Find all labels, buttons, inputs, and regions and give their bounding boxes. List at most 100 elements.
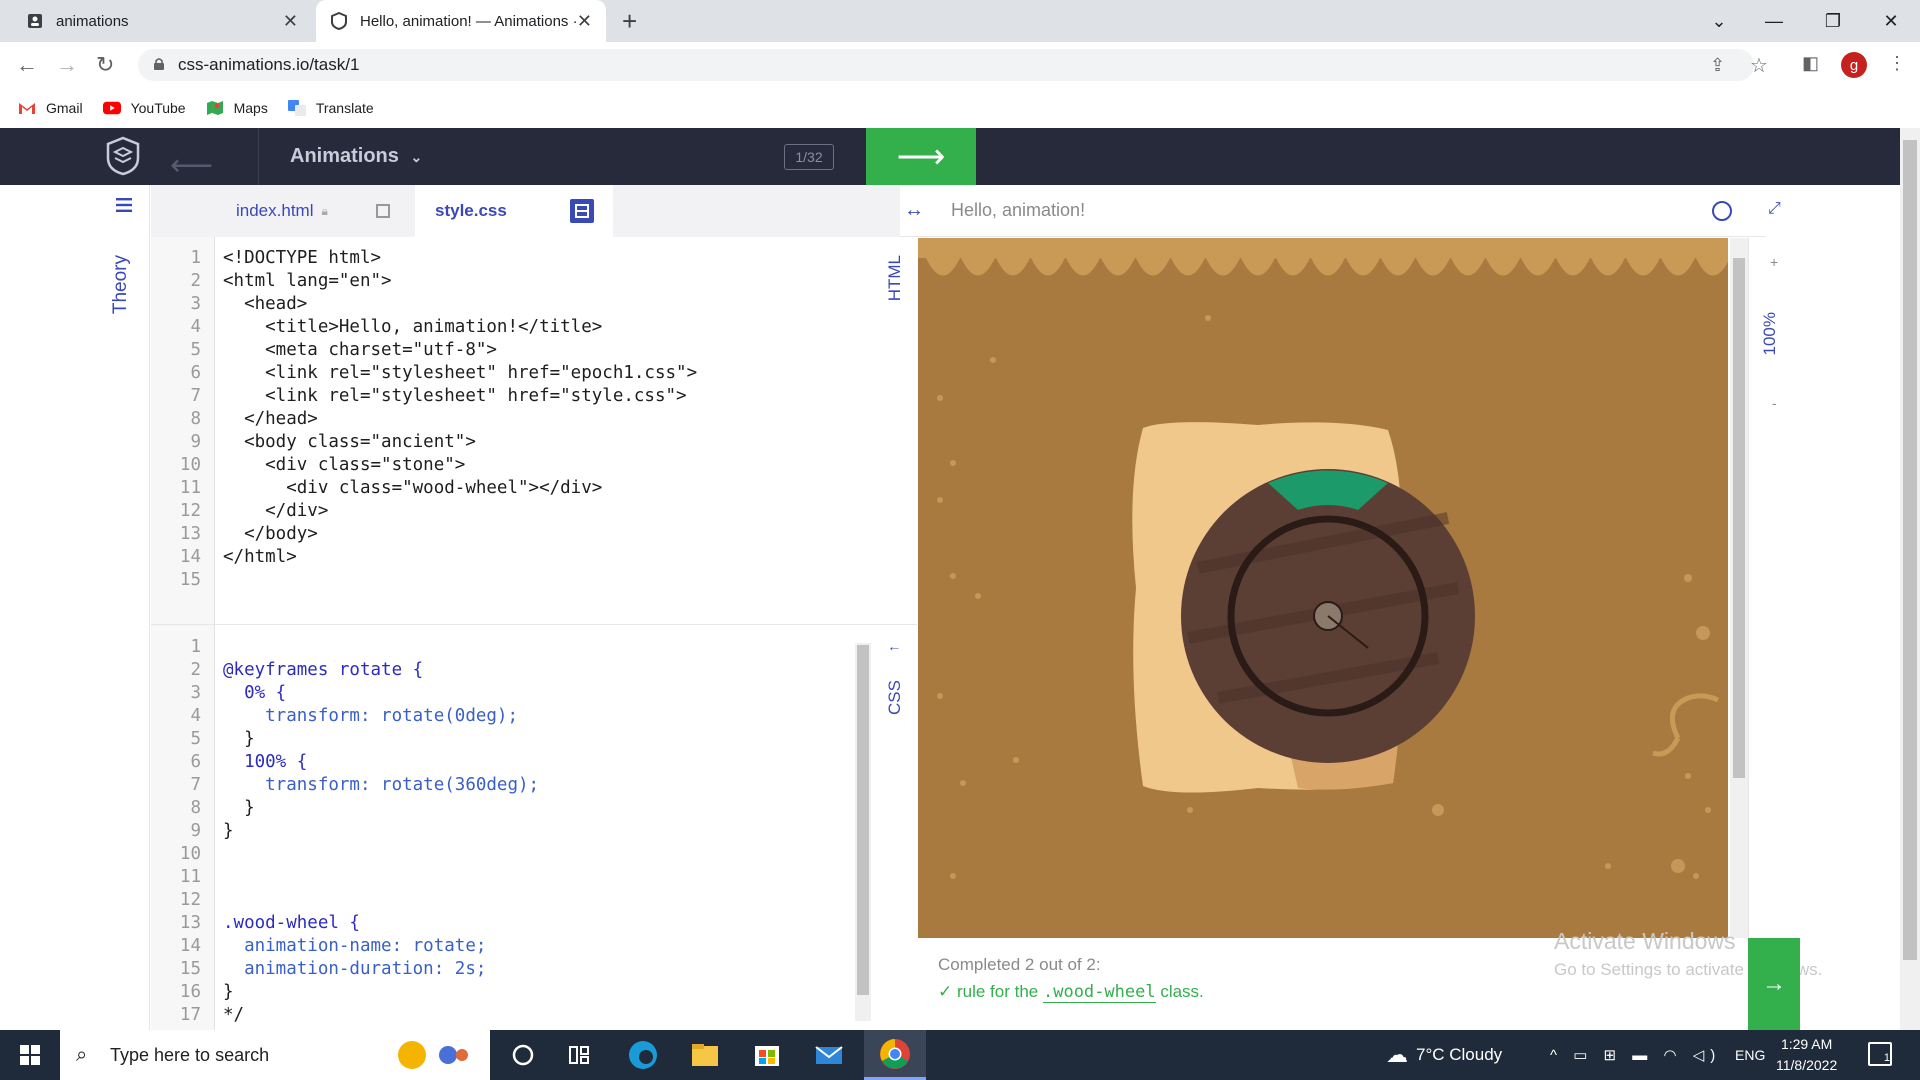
code-line[interactable]: 2 <html lang="en"> <box>151 270 851 293</box>
code-line[interactable]: 6 <link rel="stylesheet" href="epoch1.cs… <box>151 362 851 385</box>
preview-scroll-thumb[interactable] <box>1733 258 1745 778</box>
windows-start-icon[interactable] <box>20 1045 40 1065</box>
page-scroll-thumb[interactable] <box>1903 140 1917 960</box>
avatar[interactable]: g <box>1841 52 1867 78</box>
code-line[interactable]: 7 transform: rotate(360deg); <box>151 774 851 797</box>
code-line[interactable]: 9} <box>151 820 851 843</box>
expand-icon[interactable]: ⤢ <box>1768 200 1781 218</box>
code-line[interactable]: 14 </html> <box>151 546 851 569</box>
zoom-out-button[interactable]: - <box>1772 395 1777 411</box>
code-line[interactable]: 10 <div class="stone"> <box>151 454 851 477</box>
course-title-dropdown[interactable]: Animations ⌄ <box>290 145 422 168</box>
arrow-up-icon[interactable]: ↑ <box>885 645 901 652</box>
code-line[interactable]: 8 } <box>151 797 851 820</box>
code-line[interactable]: 14 animation-name: rotate; <box>151 935 851 958</box>
play-icon[interactable] <box>1712 201 1732 221</box>
line-number: 10 <box>179 455 201 475</box>
close-icon[interactable]: ✕ <box>577 11 592 32</box>
reload-icon[interactable]: ↻ <box>96 52 114 78</box>
scallop <box>1591 258 1625 276</box>
code-line[interactable]: 6 100% { <box>151 751 851 774</box>
back-icon[interactable]: ← <box>16 52 38 78</box>
task-view-icon[interactable] <box>562 1038 596 1072</box>
scallop <box>961 258 995 276</box>
code-line[interactable]: 9 <body class="ancient"> <box>151 431 851 454</box>
weather-widget[interactable]: ☁ 7°C Cloudy <box>1386 1030 1502 1080</box>
code-line[interactable]: 12 </div> <box>151 500 851 523</box>
close-icon[interactable]: ✕ <box>283 11 298 32</box>
side-panel-icon[interactable]: ◧ <box>1802 53 1819 74</box>
css-editor[interactable]: 1 2 @keyframes rotate {3 0% {4 transform: … <box>151 625 917 1030</box>
code-line[interactable]: 5 } <box>151 728 851 751</box>
swap-horizontal-icon[interactable]: ↔ <box>904 199 924 222</box>
css-pane-label[interactable]: CSS <box>885 680 905 715</box>
chrome-taskbar-icon[interactable] <box>864 1030 926 1080</box>
zoom-in-button[interactable]: + <box>1770 254 1778 270</box>
mail-icon[interactable] <box>812 1038 846 1072</box>
taskbar-search[interactable]: ⌕ Type here to search <box>60 1030 490 1080</box>
code-line[interactable]: 3 <head> <box>151 293 851 316</box>
file-explorer-icon[interactable] <box>688 1038 722 1072</box>
tab-title: animations <box>56 12 129 30</box>
file-tab-index-html[interactable]: index.html 🔒︎ <box>236 185 328 237</box>
next-arrow-button[interactable]: → <box>1748 938 1800 1030</box>
code-text: transform: rotate(0deg); <box>223 706 519 726</box>
window-close-icon[interactable]: ✕ <box>1862 0 1920 42</box>
more-menu-icon[interactable]: ⋮ <box>1888 53 1906 74</box>
clock[interactable]: 1:29 AM 11/8/2022 <box>1776 1034 1837 1076</box>
theory-tab[interactable]: Theory <box>110 255 132 314</box>
minimize-icon[interactable]: — <box>1745 0 1803 42</box>
scallop <box>1311 258 1345 276</box>
split-view-active-icon[interactable] <box>570 199 594 223</box>
code-line[interactable]: 13 .wood-wheel { <box>151 912 851 935</box>
browser-tab-hello-animation[interactable]: Hello, animation! — Animations · ✕ <box>316 0 606 42</box>
line-number: 14 <box>179 547 201 567</box>
next-task-button[interactable]: ⟶ <box>866 128 976 185</box>
code-line[interactable]: 15 animation-duration: 2s; <box>151 958 851 981</box>
store-icon[interactable] <box>750 1038 784 1072</box>
code-line[interactable]: 17 */ <box>151 1004 851 1027</box>
code-line[interactable]: 1 <!DOCTYPE html> <box>151 247 851 270</box>
bookmark-gmail[interactable]: Gmail <box>18 100 83 116</box>
code-line[interactable]: 4 transform: rotate(0deg); <box>151 705 851 728</box>
restore-icon[interactable]: ❐ <box>1804 0 1862 42</box>
html-pane-label[interactable]: HTML <box>885 255 905 301</box>
code-line[interactable]: 13 </body> <box>151 523 851 546</box>
url-field[interactable]: css-animations.io/task/1 <box>138 49 1754 81</box>
code-line[interactable]: 10 <box>151 843 851 866</box>
language-indicator[interactable]: ENG <box>1735 1030 1765 1080</box>
bookmark-maps[interactable]: Maps <box>206 100 268 116</box>
code-line[interactable]: 16} <box>151 981 851 1004</box>
share-icon[interactable]: ⇪ <box>1710 55 1725 76</box>
edge-icon[interactable] <box>626 1038 660 1072</box>
cortana-icon[interactable] <box>506 1038 540 1072</box>
code-line[interactable]: 12 <box>151 889 851 912</box>
bookmark-youtube[interactable]: YouTube <box>102 100 186 116</box>
logo-icon[interactable] <box>106 136 140 176</box>
menu-icon[interactable] <box>116 198 134 212</box>
system-tray-icons[interactable]: ^ ▭ ⊞ ▬ ◠ ◁) <box>1550 1030 1721 1080</box>
line-number: 8 <box>190 409 201 429</box>
bookmarks-bar: Gmail YouTube Maps Translate <box>0 88 1920 128</box>
code-line[interactable]: 3 0% { <box>151 682 851 705</box>
code-line[interactable]: 11 <box>151 866 851 889</box>
split-view-icon[interactable] <box>376 204 390 218</box>
chevron-down-icon[interactable]: ⌄ <box>1690 0 1748 42</box>
new-tab-icon[interactable]: + <box>622 6 637 37</box>
code-line[interactable]: 4 <title>Hello, animation!</title> <box>151 316 851 339</box>
browser-tab-animations[interactable]: animations ✕ <box>12 0 312 42</box>
star-icon[interactable]: ☆ <box>1750 53 1768 78</box>
html-editor[interactable]: 1 <!DOCTYPE html> 2 <html lang="en"> 3 <head… <box>151 237 917 625</box>
css-scroll-thumb[interactable] <box>857 645 869 995</box>
code-line[interactable]: 8 </head> <box>151 408 851 431</box>
code-line[interactable]: 1 <box>151 636 851 659</box>
code-line[interactable]: 7 <link rel="stylesheet" href="style.css… <box>151 385 851 408</box>
prev-task-arrow-icon[interactable]: ⟵ <box>170 148 213 183</box>
code-line[interactable]: 5 <meta charset="utf-8"> <box>151 339 851 362</box>
notification-icon[interactable]: 1 <box>1868 1042 1892 1066</box>
code-line[interactable]: 15 <box>151 569 851 592</box>
code-line[interactable]: 2 @keyframes rotate { <box>151 659 851 682</box>
forward-icon[interactable]: → <box>56 52 78 78</box>
bookmark-translate[interactable]: Translate <box>287 100 374 116</box>
code-line[interactable]: 11 <div class="wood-wheel"></div> <box>151 477 851 500</box>
